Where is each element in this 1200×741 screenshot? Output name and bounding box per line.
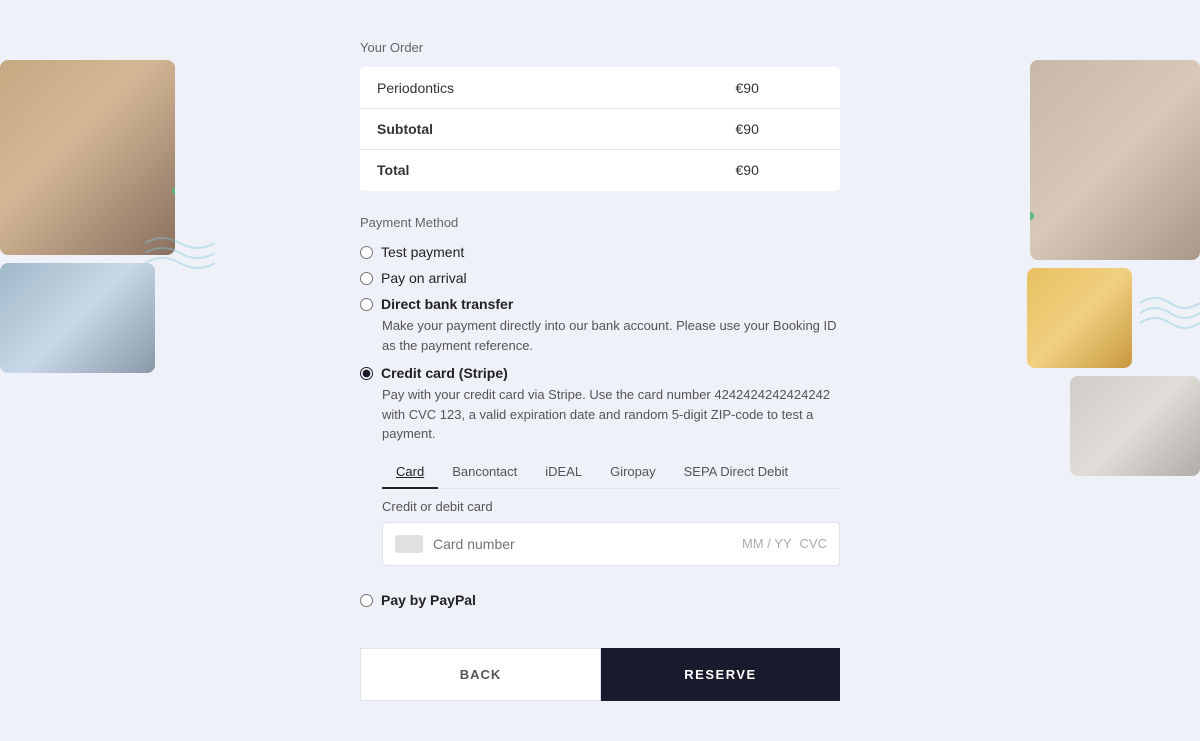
payment-title: Payment Method [360, 215, 840, 230]
table-row: Subtotal €90 [361, 109, 840, 150]
card-input-label: Credit or debit card [382, 499, 840, 514]
item-name: Periodontics [361, 68, 720, 109]
stripe-tabs: Card Bancontact iDEAL Giropay SEPA Direc… [382, 456, 840, 489]
order-title: Your Order [360, 40, 840, 55]
radio-label-direct-bank[interactable]: Direct bank transfer [360, 296, 840, 312]
card-input-section: Credit or debit card MM / YY CVC [382, 499, 840, 566]
radio-test-payment[interactable] [360, 246, 373, 259]
table-row: Periodontics €90 [361, 68, 840, 109]
radio-paypal[interactable] [360, 594, 373, 607]
deco-image-desk [0, 263, 155, 373]
label-direct-bank: Direct bank transfer [381, 296, 513, 312]
action-buttons: BACK RESERVE [360, 648, 840, 701]
subtotal-label: Subtotal [361, 109, 720, 150]
radio-credit-card[interactable] [360, 367, 373, 380]
deco-image-woman-notebook [0, 60, 175, 255]
desc-credit-card: Pay with your credit card via Stripe. Us… [382, 385, 840, 444]
tab-ideal[interactable]: iDEAL [531, 456, 596, 489]
subtotal-value: €90 [720, 109, 840, 150]
tab-giropay[interactable]: Giropay [596, 456, 670, 489]
option-direct-bank: Direct bank transfer Make your payment d… [360, 296, 840, 355]
card-expiry-cvc: MM / YY CVC [742, 536, 827, 551]
card-input-wrapper[interactable]: MM / YY CVC [382, 522, 840, 566]
table-row: Total €90 [361, 150, 840, 191]
back-button[interactable]: BACK [360, 648, 601, 701]
label-credit-card: Credit card (Stripe) [381, 365, 508, 381]
label-paypal: Pay by PayPal [381, 592, 476, 608]
deco-mid-row [1027, 268, 1200, 368]
item-price: €90 [720, 68, 840, 109]
option-credit-card: Credit card (Stripe) Pay with your credi… [360, 365, 840, 582]
radio-pay-on-arrival[interactable] [360, 272, 373, 285]
option-paypal[interactable]: Pay by PayPal [360, 592, 840, 608]
label-test-payment: Test payment [381, 244, 464, 260]
main-content: Your Order Periodontics €90 Subtotal €90… [360, 40, 840, 701]
desc-direct-bank: Make your payment directly into our bank… [382, 316, 840, 355]
tab-card[interactable]: Card [382, 456, 438, 489]
radio-direct-bank[interactable] [360, 298, 373, 311]
cvc-placeholder: CVC [800, 536, 827, 551]
reserve-button[interactable]: RESERVE [601, 648, 840, 701]
card-number-input[interactable] [433, 536, 742, 552]
tab-sepa[interactable]: SEPA Direct Debit [670, 456, 803, 489]
expiry-placeholder: MM / YY [742, 536, 792, 551]
order-section: Your Order Periodontics €90 Subtotal €90… [360, 40, 840, 191]
option-pay-on-arrival[interactable]: Pay on arrival [360, 270, 840, 286]
total-value: €90 [720, 150, 840, 191]
order-table: Periodontics €90 Subtotal €90 Total €90 [360, 67, 840, 191]
deco-right [1027, 60, 1200, 476]
label-pay-on-arrival: Pay on arrival [381, 270, 467, 286]
tab-bancontact[interactable]: Bancontact [438, 456, 531, 489]
payment-section: Payment Method Test payment Pay on arriv… [360, 215, 840, 632]
page-wrapper: Your Order Periodontics €90 Subtotal €90… [0, 0, 1200, 741]
total-label: Total [361, 150, 720, 191]
radio-label-credit-card[interactable]: Credit card (Stripe) [360, 365, 840, 381]
deco-left [0, 60, 175, 373]
card-brand-icon [395, 535, 423, 553]
payment-options: Test payment Pay on arrival Direct bank … [360, 244, 840, 632]
option-test-payment[interactable]: Test payment [360, 244, 840, 260]
